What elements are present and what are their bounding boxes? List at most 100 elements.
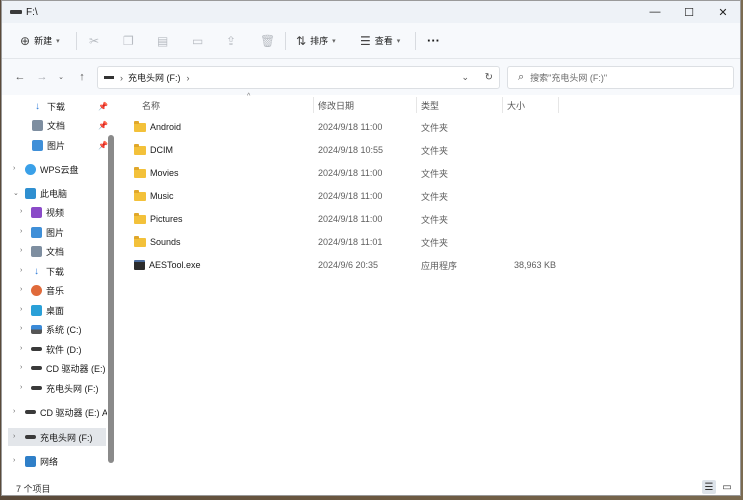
expand-chevron-icon[interactable]: › xyxy=(20,306,22,313)
column-divider[interactable] xyxy=(502,97,503,113)
file-row[interactable]: Android 2024/9/18 11:00 文件夹 xyxy=(118,116,740,138)
sidebar-item-wps-cloud[interactable]: WPS云盘 xyxy=(25,160,110,178)
column-divider[interactable] xyxy=(558,97,559,113)
file-row[interactable]: DCIM 2024/9/18 10:55 文件夹 xyxy=(118,139,740,161)
expand-chevron-icon[interactable]: › xyxy=(13,433,15,440)
sidebar-item-label: 软件 (D:) xyxy=(46,344,82,355)
pin-icon[interactable]: 📌 xyxy=(98,141,108,150)
sidebar-item-drive-d[interactable]: 软件 (D:) xyxy=(31,340,109,358)
expand-chevron-icon[interactable]: › xyxy=(20,247,22,254)
more-options-button[interactable]: ··· xyxy=(427,33,440,48)
expand-chevron-icon[interactable]: › xyxy=(20,208,22,215)
expand-chevron-icon[interactable]: › xyxy=(20,384,22,391)
sidebar-item-drive-c[interactable]: 系统 (C:) xyxy=(31,320,109,338)
expand-chevron-icon[interactable]: › xyxy=(20,325,22,332)
expand-chevron-icon[interactable]: › xyxy=(20,286,22,293)
column-header-modified[interactable]: 修改日期 xyxy=(318,95,416,115)
pin-icon[interactable]: 📌 xyxy=(98,102,108,111)
column-divider[interactable] xyxy=(416,97,417,113)
sidebar-item-label: CD 驱动器 (E:) AE xyxy=(40,407,107,418)
search-input[interactable] xyxy=(530,72,711,83)
computer-icon xyxy=(25,187,36,199)
sidebar-item-drive-f-root[interactable]: › 充电头网 (F:) xyxy=(8,428,106,446)
recent-locations-chevron-icon[interactable]: ⌄ xyxy=(51,73,71,81)
sidebar-item-documents-pc[interactable]: 文档 xyxy=(31,242,109,260)
column-header-size[interactable]: 大小 xyxy=(507,95,557,115)
cut-icon[interactable]: ✂ xyxy=(89,34,99,48)
pin-icon[interactable]: 📌 xyxy=(98,121,108,130)
column-divider[interactable] xyxy=(313,97,314,113)
file-row[interactable]: AESTool.exe 2024/9/6 20:35 应用程序 38,963 K… xyxy=(118,254,740,276)
maximize-button[interactable]: ☐ xyxy=(672,1,706,23)
music-icon xyxy=(31,284,42,296)
back-arrow-icon[interactable]: ← xyxy=(10,71,30,83)
file-row[interactable]: Pictures 2024/9/18 11:00 文件夹 xyxy=(118,208,740,230)
paste-icon[interactable]: ▤ xyxy=(157,34,168,48)
file-name: Sounds xyxy=(150,237,181,247)
sidebar-item-music[interactable]: 音乐 xyxy=(31,281,109,299)
file-type: 应用程序 xyxy=(421,260,458,271)
sidebar-item-pictures-pc[interactable]: 图片 xyxy=(31,223,109,241)
up-arrow-icon[interactable]: ↑ xyxy=(72,71,92,83)
search-box[interactable]: ⌕ xyxy=(507,66,734,89)
details-view-icon[interactable]: ☰ xyxy=(702,480,716,494)
expand-chevron-icon[interactable]: › xyxy=(13,408,15,415)
minimize-button[interactable]: — xyxy=(638,1,672,23)
expand-chevron-icon[interactable]: › xyxy=(20,267,22,274)
file-row[interactable]: Sounds 2024/9/18 11:01 文件夹 xyxy=(118,231,740,253)
folder-icon xyxy=(134,120,146,132)
tiles-view-icon[interactable]: ▭ xyxy=(720,480,734,494)
expand-chevron-icon[interactable]: › xyxy=(13,165,15,172)
sidebar-scrollbar[interactable] xyxy=(108,135,114,463)
column-header-name[interactable]: 名称 ^ xyxy=(142,93,314,115)
address-dropdown-icon[interactable]: ⌄ xyxy=(461,72,469,83)
expand-chevron-icon[interactable]: › xyxy=(13,457,15,464)
expand-chevron-icon[interactable]: › xyxy=(20,228,22,235)
refresh-icon[interactable]: ↻ xyxy=(485,72,493,83)
new-button[interactable]: ⊕ 新建 ▾ xyxy=(20,34,60,48)
sidebar-item-desktop[interactable]: 桌面 xyxy=(31,301,109,319)
drive-icon xyxy=(31,366,42,370)
collapse-chevron-icon[interactable]: ⌄ xyxy=(13,189,19,197)
address-bar[interactable]: › 充电头网 (F:) › ⌄ ↻ xyxy=(97,66,500,89)
desktop-icon xyxy=(31,304,42,316)
breadcrumb-chevron-icon[interactable]: › xyxy=(187,73,190,83)
sidebar-item-downloads[interactable]: ↓ 下载 📌 xyxy=(32,97,112,115)
file-name-cell: AESTool.exe xyxy=(134,254,201,276)
sidebar-item-videos[interactable]: 视频 xyxy=(31,203,109,221)
new-button-label: 新建 xyxy=(34,36,53,46)
sidebar-item-downloads-pc[interactable]: ↓ 下载 xyxy=(31,262,109,280)
file-modified: 2024/9/6 20:35 xyxy=(318,260,379,270)
breadcrumb-drive[interactable]: 充电头网 (F:) xyxy=(128,71,181,84)
file-row[interactable]: Movies 2024/9/18 11:00 文件夹 xyxy=(118,162,740,184)
sidebar-item-pictures[interactable]: 图片 📌 xyxy=(32,136,112,154)
sort-button[interactable]: ⇅ 排序 ▾ xyxy=(296,34,336,48)
navigation-row: ← → ⌄ ↑ › 充电头网 (F:) › ⌄ ↻ ⌕ xyxy=(2,59,740,95)
rename-icon[interactable]: ▭ xyxy=(192,34,203,48)
delete-icon[interactable]: 🗑 xyxy=(260,34,275,48)
sidebar-item-network[interactable]: 网络 xyxy=(25,452,107,470)
sidebar-item-drive-f[interactable]: 充电头网 (F:) xyxy=(31,379,107,397)
breadcrumb-chevron-icon[interactable]: › xyxy=(120,73,123,83)
sidebar-item-cd-drive-e-root[interactable]: CD 驱动器 (E:) AE xyxy=(25,403,107,421)
chevron-down-icon: ▾ xyxy=(396,37,401,45)
share-icon[interactable]: ⇪ xyxy=(226,34,236,48)
folder-icon xyxy=(134,189,146,201)
expand-chevron-icon[interactable]: › xyxy=(20,345,22,352)
sidebar-item-label: WPS云盘 xyxy=(40,164,79,175)
file-row[interactable]: Music 2024/9/18 11:00 文件夹 xyxy=(118,185,740,207)
file-type: 文件夹 xyxy=(421,122,449,133)
divider xyxy=(76,31,77,50)
sidebar-item-cd-drive-e[interactable]: CD 驱动器 (E:) A xyxy=(31,359,107,377)
close-button[interactable]: ✕ xyxy=(706,1,740,23)
column-header-label: 修改日期 xyxy=(318,100,355,111)
forward-arrow-icon[interactable]: → xyxy=(32,71,52,83)
drive-icon xyxy=(25,435,36,439)
sidebar-item-documents[interactable]: 文档 📌 xyxy=(32,116,112,134)
column-header-type[interactable]: 类型 xyxy=(421,95,503,115)
copy-icon[interactable]: ❐ xyxy=(123,34,134,48)
view-button[interactable]: ☰ 查看 ▾ xyxy=(360,34,400,48)
sidebar-item-this-pc[interactable]: 此电脑 xyxy=(25,184,110,202)
expand-chevron-icon[interactable]: › xyxy=(20,364,22,371)
sidebar-item-label: 图片 xyxy=(47,140,66,151)
